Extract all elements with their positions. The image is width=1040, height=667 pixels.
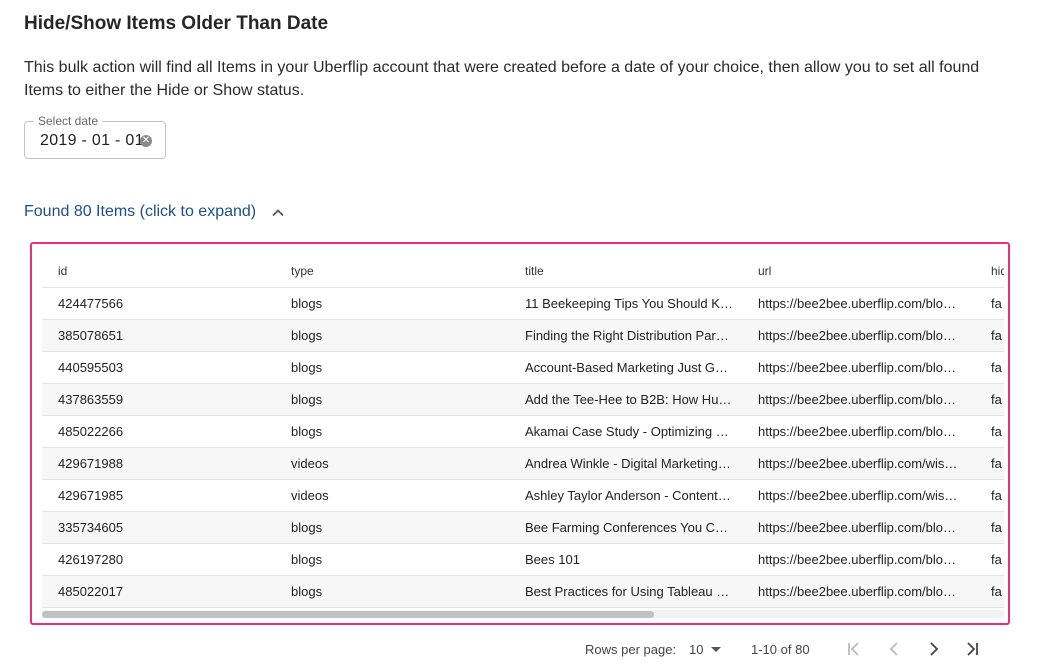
page-title: Hide/Show Items Older Than Date <box>24 13 329 34</box>
horizontal-scrollbar[interactable] <box>42 610 1004 618</box>
cell-type: blogs <box>275 383 509 416</box>
cell-id: 429671988 <box>42 447 275 480</box>
table-row[interactable]: 485022266 blogs Akamai Case Study - Optimi… <box>42 415 1004 448</box>
cell-id: 485022017 <box>42 575 275 608</box>
cell-hidden: fa <box>975 543 1004 576</box>
cell-type: blogs <box>275 287 509 320</box>
previous-page-icon[interactable] <box>885 640 903 658</box>
cell-url: https://bee2bee.uberflip.com/wis… <box>742 447 975 480</box>
cell-title: Account-Based Marketing Just G… <box>509 351 742 384</box>
rows-per-page-label: Rows per page: <box>585 642 677 657</box>
cell-type: videos <box>275 479 509 512</box>
results-table: id type title url hid 424477566blogs11 B… <box>42 254 1004 608</box>
cell-title: Ashley Taylor Anderson - Content… <box>509 479 742 512</box>
clear-circle-icon[interactable]: ✕ <box>140 135 152 147</box>
table-row[interactable]: 429671985 videos Ashley Taylor Anderson - … <box>42 479 1004 512</box>
cell-hidden: fa <box>975 479 1004 512</box>
table-row[interactable]: 437863559 blogs Add the Tee-Hee to B2B: Ho… <box>42 383 1004 416</box>
table-row[interactable]: 429671988 videos Andrea Winkle - Digital M… <box>42 447 1004 480</box>
cell-url: https://bee2bee.uberflip.com/wis… <box>742 479 975 512</box>
table-header-row: id type title url hid <box>42 254 1004 288</box>
cell-url: https://bee2bee.uberflip.com/blo… <box>742 383 975 416</box>
cell-url: https://bee2bee.uberflip.com/blo… <box>742 511 975 544</box>
cell-type: blogs <box>275 351 509 384</box>
cell-id: 335734605 <box>42 511 275 544</box>
cell-title: 11 Beekeeping Tips You Should K… <box>509 287 742 320</box>
cell-title: Bee Farming Conferences You C… <box>509 511 742 544</box>
cell-id: 437863559 <box>42 383 275 416</box>
cell-url: https://bee2bee.uberflip.com/blo… <box>742 351 975 384</box>
column-header-title[interactable]: title <box>509 254 742 288</box>
table-row[interactable]: 385078651 blogs Finding the Right Distribu… <box>42 319 1004 352</box>
pagination-bar: Rows per page: 10 1-10 of 80 <box>0 638 1040 660</box>
date-picker-field[interactable]: Select date 2019 - 01 - 01 ✕ <box>24 114 166 159</box>
page-description: This bulk action will find all Items in … <box>24 59 980 99</box>
cell-id: 440595503 <box>42 351 275 384</box>
cell-hidden: fa <box>975 351 1004 384</box>
results-table-frame: id type title url hid 424477566blogs11 B… <box>30 242 1010 625</box>
table-row[interactable]: 485022017 blogs Best Practices for Using T… <box>42 575 1004 608</box>
last-page-icon[interactable] <box>964 640 982 658</box>
date-picker-value[interactable]: 2019 - 01 - 01 <box>40 132 144 150</box>
column-header-type[interactable]: type <box>275 254 509 288</box>
rows-per-page-select[interactable]: 10 <box>689 642 703 657</box>
cell-type: blogs <box>275 415 509 448</box>
cell-title: Andrea Winkle - Digital Marketing… <box>509 447 742 480</box>
column-header-id[interactable]: id <box>42 254 275 288</box>
pagination-range: 1-10 of 80 <box>751 642 810 657</box>
cell-type: blogs <box>275 511 509 544</box>
cell-url: https://bee2bee.uberflip.com/blo… <box>742 415 975 448</box>
cell-title: Finding the Right Distribution Par… <box>509 319 742 352</box>
cell-id: 385078651 <box>42 319 275 352</box>
cell-hidden: fa <box>975 287 1004 320</box>
cell-hidden: fa <box>975 511 1004 544</box>
cell-url: https://bee2bee.uberflip.com/blo… <box>742 319 975 352</box>
column-header-hidden[interactable]: hid <box>975 254 1004 288</box>
first-page-icon[interactable] <box>845 640 863 658</box>
cell-type: blogs <box>275 575 509 608</box>
dropdown-caret-icon[interactable] <box>711 647 721 652</box>
cell-hidden: fa <box>975 415 1004 448</box>
results-table-viewport: id type title url hid 424477566blogs11 B… <box>42 254 1004 618</box>
cell-url: https://bee2bee.uberflip.com/blo… <box>742 575 975 608</box>
cell-id: 485022266 <box>42 415 275 448</box>
cell-id: 424477566 <box>42 287 275 320</box>
cell-hidden: fa <box>975 319 1004 352</box>
column-header-url[interactable]: url <box>742 254 975 288</box>
cell-url: https://bee2bee.uberflip.com/blo… <box>742 543 975 576</box>
table-row[interactable]: 424477566 blogs 11 Beekeeping Tips You Sho… <box>42 287 1004 320</box>
cell-hidden: fa <box>975 447 1004 480</box>
next-page-icon[interactable] <box>925 640 943 658</box>
cell-title: Bees 101 <box>509 543 742 576</box>
cell-id: 426197280 <box>42 543 275 576</box>
cell-hidden: fa <box>975 575 1004 608</box>
table-row[interactable]: 440595503 blogs Account-Based Marketing Ju… <box>42 351 1004 384</box>
scrollbar-thumb[interactable] <box>42 611 654 618</box>
table-row[interactable]: 426197280 blogs Bees 101 https://bee2bee.ub… <box>42 543 1004 576</box>
cell-title: Akamai Case Study - Optimizing … <box>509 415 742 448</box>
date-picker-label: Select date <box>34 114 103 128</box>
cell-type: blogs <box>275 319 509 352</box>
cell-id: 429671985 <box>42 479 275 512</box>
cell-hidden: fa <box>975 383 1004 416</box>
cell-title: Add the Tee-Hee to B2B: How Hu… <box>509 383 742 416</box>
cell-type: blogs <box>275 543 509 576</box>
chevron-up-icon[interactable] <box>272 206 284 218</box>
results-toggle-label: Found 80 Items (click to expand) <box>24 203 257 220</box>
table-row[interactable]: 335734605 blogs Bee Farming Conferences Yo… <box>42 511 1004 544</box>
cell-title: Best Practices for Using Tableau … <box>509 575 742 608</box>
results-expand-toggle[interactable]: Found 80 Items (click to expand) <box>24 203 284 221</box>
cell-type: videos <box>275 447 509 480</box>
cell-url: https://bee2bee.uberflip.com/blo… <box>742 287 975 320</box>
